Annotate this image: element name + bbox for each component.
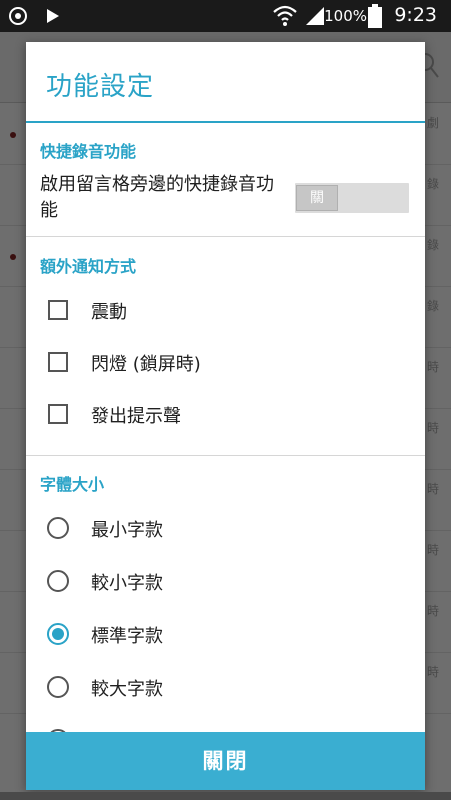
divider (26, 236, 425, 237)
option-label: 標準字款 (91, 626, 163, 647)
option-label: 閃燈 (鎖屏時) (91, 354, 201, 375)
option-sound[interactable]: 發出提示聲 (26, 390, 425, 442)
option-label: 較大字款 (91, 679, 163, 700)
quick-record-toggle[interactable]: 關 (295, 183, 409, 213)
settings-dialog: 功能設定 快捷錄音功能 啟用留言格旁邊的快捷錄音功能 關 額外通知方式 震動 閃… (26, 42, 425, 790)
toggle-knob: 關 (296, 185, 338, 211)
wifi-icon (273, 5, 297, 26)
font-small-radio[interactable] (47, 570, 69, 592)
bottom-strip (0, 792, 451, 800)
font-large-radio[interactable] (47, 676, 69, 698)
status-bar: 100% 9:23 (0, 0, 451, 32)
option-font-standard[interactable]: 標準字款 (26, 610, 425, 662)
play-icon (47, 9, 59, 23)
quick-record-label: 啟用留言格旁邊的快捷錄音功能 (40, 174, 274, 221)
battery-icon (368, 4, 382, 28)
option-label: 震動 (91, 302, 127, 323)
flash-checkbox[interactable] (48, 352, 68, 372)
section-header-font-size: 字體大小 (40, 475, 105, 494)
option-font-smallest[interactable]: 最小字款 (26, 504, 425, 556)
signal-icon (306, 7, 324, 25)
font-smallest-radio[interactable] (47, 517, 69, 539)
vibrate-checkbox[interactable] (48, 300, 68, 320)
radio-selected-dot (52, 628, 64, 640)
option-flash[interactable]: 閃燈 (鎖屏時) (26, 338, 425, 390)
battery-percent: 100% (324, 7, 367, 25)
option-font-large[interactable]: 較大字款 (26, 663, 425, 715)
close-button[interactable]: 關閉 (26, 732, 425, 790)
option-vibrate[interactable]: 震動 (26, 286, 425, 338)
section-header-notification: 額外通知方式 (40, 257, 137, 276)
clock: 9:23 (394, 4, 437, 26)
option-label: 較小字款 (91, 573, 163, 594)
dialog-title: 功能設定 (46, 72, 155, 102)
divider (26, 455, 425, 456)
option-label: 發出提示聲 (91, 406, 181, 427)
notification-circle-icon (9, 7, 27, 25)
option-font-small[interactable]: 較小字款 (26, 557, 425, 609)
sound-checkbox[interactable] (48, 404, 68, 424)
font-standard-radio[interactable] (47, 623, 69, 645)
section-header-quick-record: 快捷錄音功能 (40, 142, 137, 161)
title-divider (26, 121, 425, 123)
option-label: 最小字款 (91, 520, 163, 541)
